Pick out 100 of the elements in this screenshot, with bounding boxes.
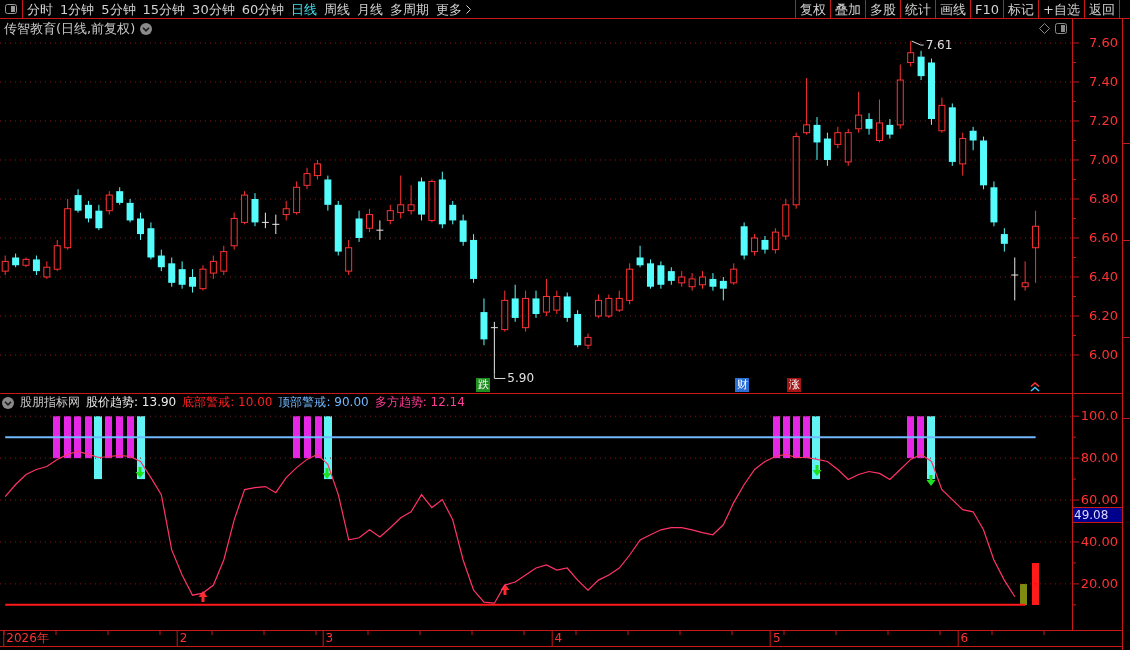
rising-candle [282,200,290,221]
panel-toggle-icon[interactable] [1055,23,1067,34]
falling-candle [116,186,124,206]
indicator-name: 股朋指标网 [20,394,80,411]
value-axis-label: 100.0 [1080,408,1118,425]
cursor-value-label: 49.08 [1073,507,1122,523]
legend-item: 股价趋势: 13.90 [86,394,177,411]
falling-candle [823,132,831,167]
falling-candle [418,177,425,221]
rising-candle [522,290,530,333]
event-tag[interactable]: 涨 [787,378,801,392]
falling-candle [459,214,467,247]
rising-candle [230,212,238,251]
rising-candle [199,264,207,292]
falling-candle [511,284,519,323]
signal-bars-drawing [773,416,820,480]
price-axis-label: 7.20 [1089,112,1118,129]
leader-line [493,374,506,379]
falling-candle [324,175,332,212]
falling-candle [157,249,165,272]
falling-candle [647,258,654,290]
more-menu-button[interactable]: 更多 [435,0,473,18]
falling-candle [719,276,727,301]
falling-candle [178,260,186,290]
value-axis-label: 80.00 [1080,450,1118,467]
falling-candle [147,221,155,260]
rising-candle [626,262,634,305]
rising-candle [782,198,790,241]
period-tab[interactable]: 1分钟 [59,0,96,18]
stock-title: 传智教育(日线,前复权) [4,21,136,36]
rising-candle [907,40,915,67]
chevron-down-icon[interactable] [140,22,153,35]
rising-candle [386,204,394,225]
price-axis-label: 6.20 [1089,307,1118,324]
rising-candle [605,294,613,319]
low-price-label: 5.90 [507,371,535,386]
rising-candle [751,233,759,257]
rising-candle [553,290,561,315]
period-tab[interactable]: 60分钟 [240,0,286,18]
rising-candle [53,239,61,272]
diamond-icon[interactable] [1039,23,1050,34]
event-tag[interactable]: 跌 [476,378,490,392]
rising-candle [896,63,904,130]
chevron-right-icon [466,4,472,14]
date-axis-label: 4 [551,631,563,646]
rising-candle [397,175,405,219]
falling-candle [470,233,478,284]
rising-candle [209,255,217,280]
rising-candle [105,190,113,216]
value-axis-label: 40.00 [1080,533,1118,550]
falling-candle [532,290,540,319]
period-tab[interactable]: 多周期 [389,0,431,18]
period-tab[interactable]: 5分钟 [100,0,137,18]
falling-candle [84,200,92,223]
date-axis-label: 3 [322,631,334,646]
price-axis-label: 7.40 [1089,73,1118,90]
period-tab[interactable]: 30分钟 [191,0,236,18]
falling-candle [95,204,103,231]
rising-candle [688,272,696,292]
period-tab[interactable]: 15分钟 [141,0,187,18]
down-arrow-icon [926,475,936,486]
rising-candle [844,128,852,167]
chevron-down-icon[interactable] [2,396,14,409]
rising-candle [428,179,436,223]
falling-candle [865,112,873,136]
falling-candle [74,188,82,214]
rising-candle [542,278,550,317]
period-tab[interactable]: 分时 [26,0,54,18]
rising-candle [730,262,738,286]
event-tag[interactable]: 财 [735,378,749,392]
falling-candle [137,212,144,241]
value-axis-label: 20.00 [1080,575,1118,592]
falling-candle [480,297,488,346]
falling-candle [990,180,998,227]
signal-bars-drawing [293,416,332,480]
falling-candle [189,268,197,294]
rising-candle [1021,260,1029,292]
falling-candle [969,126,977,151]
rising-candle [43,260,51,280]
down-arrow-icon [812,465,822,476]
date-axis-label: 2026年 [3,631,49,646]
falling-candle [574,309,582,348]
rising-candle [678,270,686,288]
panel-toggle-icon[interactable] [5,4,17,14]
falling-candle [928,58,935,126]
falling-candle [917,50,925,81]
leader-line [911,40,925,46]
period-tab[interactable]: 月线 [356,0,385,18]
falling-candle [168,257,176,288]
falling-candle [740,221,748,260]
price-axis-label: 6.00 [1089,346,1118,363]
double-chevron-icon [1030,382,1040,392]
falling-candle [657,260,665,290]
rising-candle [959,132,967,177]
rising-candle [501,290,509,333]
rising-candle [64,198,72,251]
period-tab[interactable]: 周线 [323,0,352,18]
period-tab[interactable]: 日线 [290,0,319,18]
legend-item: 底部警戒: 10.00 [182,394,273,411]
falling-candle [12,253,20,268]
